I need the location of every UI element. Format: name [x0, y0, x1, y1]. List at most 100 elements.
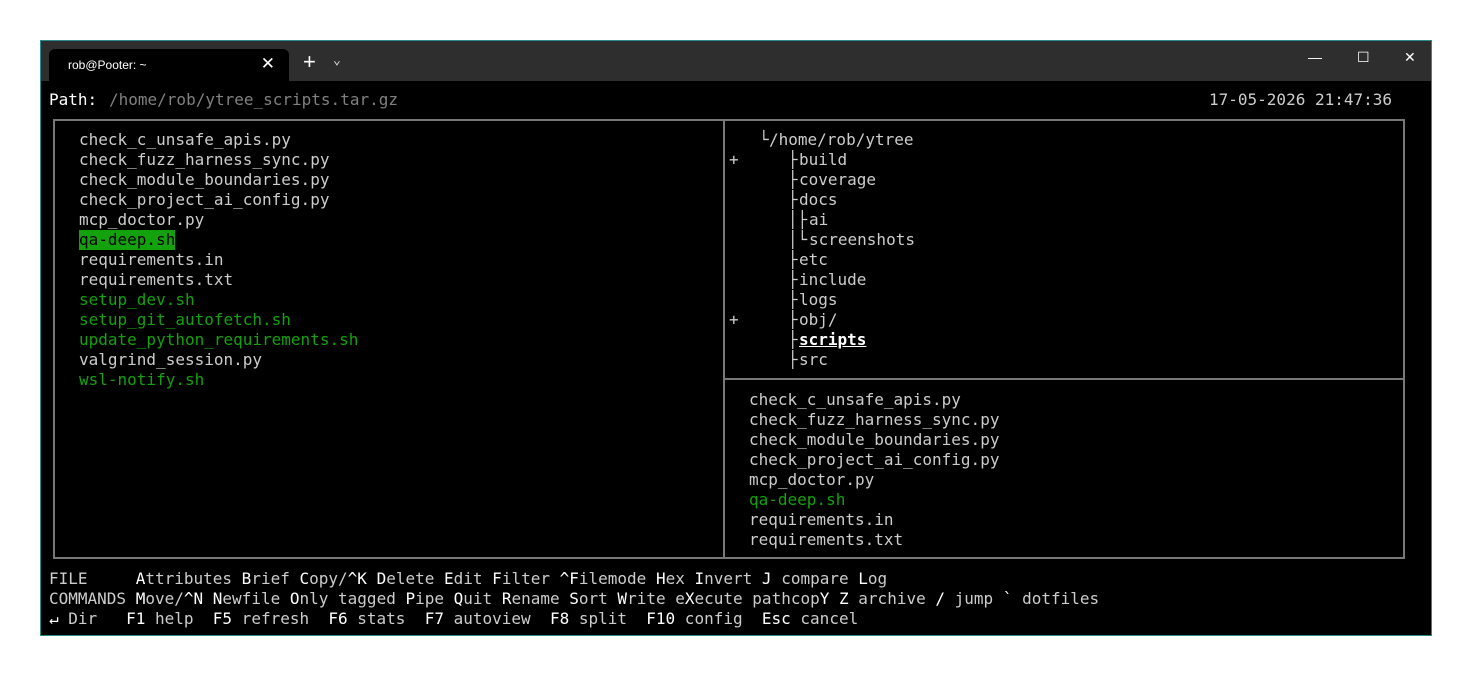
tab-dropdown-icon[interactable]: ⌄	[333, 53, 341, 68]
footer-hotkey: B	[241, 569, 252, 588]
tree-dir-item[interactable]: screenshots	[809, 230, 915, 250]
footer-hotkey: L	[858, 569, 868, 588]
left-file-item[interactable]: requirements.txt	[79, 270, 233, 290]
left-file-item[interactable]: check_project_ai_config.py	[79, 190, 329, 210]
footer-hotkey: /	[935, 589, 945, 608]
tree-dir-item[interactable]: coverage	[799, 170, 876, 190]
footer-text: rite e	[627, 589, 685, 608]
left-file-item[interactable]: check_fuzz_harness_sync.py	[79, 150, 329, 170]
footer-text: split	[569, 609, 647, 628]
tree-connector: ├	[759, 170, 798, 189]
footer-hotkey: F10	[646, 609, 676, 628]
left-file-item[interactable]: check_c_unsafe_apis.py	[79, 130, 291, 150]
datetime: 17-05-2026 21:47:36	[1209, 90, 1393, 109]
footer-text: archive	[848, 589, 936, 608]
new-tab-button[interactable]: +	[303, 51, 316, 73]
right-file-item[interactable]: check_c_unsafe_apis.py	[749, 390, 961, 410]
footer-text	[367, 569, 377, 588]
minimize-icon[interactable]: —	[1308, 49, 1322, 65]
footer-hotkey: W	[617, 589, 628, 608]
footer-hotkey: X	[684, 589, 695, 608]
tree-dir-item[interactable]: docs	[799, 190, 838, 210]
footer-text: autoview	[443, 609, 550, 628]
left-file-item[interactable]: mcp_doctor.py	[79, 210, 204, 230]
left-file-item[interactable]: requirements.in	[79, 250, 224, 270]
footer-hotkey: Y	[819, 589, 830, 608]
right-file-item[interactable]: requirements.in	[749, 510, 894, 530]
tree-dir-item[interactable]: scripts	[799, 330, 866, 350]
footer-text: dit	[453, 569, 493, 588]
footer-hotkey: R	[501, 589, 512, 608]
panel-divider	[723, 119, 725, 559]
footer-hotkey: Z	[839, 589, 849, 608]
footer-hotkey: ↵	[49, 609, 59, 628]
footer-hotkey: M	[135, 589, 146, 608]
tree-dir-item[interactable]: logs	[799, 290, 838, 310]
tree-connector: ├	[759, 310, 798, 329]
left-file-item[interactable]: update_python_requirements.sh	[79, 330, 358, 350]
footer-text: ex	[665, 569, 695, 588]
footer-text: jump	[945, 589, 1003, 608]
tree-connector: ├	[759, 290, 798, 309]
footer-hotkey: D	[376, 569, 387, 588]
footer-text	[203, 589, 213, 608]
footer-hotkey: H	[655, 569, 666, 588]
footer-commands-row: COMMANDS Move/^N Newfile Only tagged Pip…	[49, 589, 1099, 609]
right-file-item[interactable]: check_module_boundaries.py	[749, 430, 999, 450]
footer-hotkey: ^N	[183, 589, 204, 608]
tree-dir-item[interactable]: build	[799, 150, 847, 170]
tree-dir-item[interactable]: ai	[809, 210, 828, 230]
footer-file-commands: FILE Attributes Brief Copy/^K Delete Edi…	[49, 569, 887, 589]
right-file-item[interactable]: requirements.txt	[749, 530, 903, 550]
footer-hotkey: S	[569, 589, 579, 608]
tree-connector: ├	[759, 250, 798, 269]
path-value: /home/rob/ytree_scripts.tar.gz	[109, 90, 398, 109]
tree-dir-item[interactable]: include	[799, 270, 866, 290]
footer-text: opy/	[309, 569, 348, 588]
tree-dir-item[interactable]: etc	[799, 250, 828, 270]
footer-function-keys: ↵ Dir F1 help F5 refresh F6 stats F7 aut…	[49, 609, 858, 629]
right-file-item[interactable]: check_fuzz_harness_sync.py	[749, 410, 999, 430]
tree-dir-item[interactable]: /home/rob/ytree	[769, 130, 914, 150]
right-file-item[interactable]: mcp_doctor.py	[749, 470, 874, 490]
tree-connector: ├	[759, 350, 798, 369]
tree-expand-marker: +	[729, 150, 739, 169]
footer-text: og	[867, 569, 888, 588]
footer-hotkey: C	[299, 569, 310, 588]
close-window-icon[interactable]: ✕	[1404, 49, 1416, 66]
terminal-window: rob@Pooter: ~ ✕ + ⌄ — ☐ ✕ Path: /home/ro…	[40, 40, 1432, 636]
right-file-item[interactable]: qa-deep.sh	[749, 490, 845, 510]
footer-hotkey: F5	[212, 609, 233, 628]
left-file-item[interactable]: qa-deep.sh	[79, 230, 176, 250]
footer-hotkey: F6	[328, 609, 348, 628]
left-file-item[interactable]: setup_git_autofetch.sh	[79, 310, 291, 330]
footer-hotkey: J	[761, 569, 772, 588]
tree-connector: ├	[759, 330, 798, 349]
right-file-item[interactable]: check_project_ai_config.py	[749, 450, 999, 470]
left-file-item[interactable]: wsl-notify.sh	[79, 370, 204, 390]
footer-text: compare	[771, 569, 859, 588]
footer-hotkey: F8	[549, 609, 570, 628]
footer-text: FILE	[49, 569, 136, 588]
footer-text: config	[675, 609, 762, 628]
terminal-tab[interactable]: rob@Pooter: ~ ✕	[49, 49, 289, 81]
left-file-item[interactable]: setup_dev.sh	[79, 290, 195, 310]
footer-text: ipe	[415, 589, 454, 608]
left-file-item[interactable]: valgrind_session.py	[79, 350, 262, 370]
close-tab-icon[interactable]: ✕	[261, 55, 275, 72]
footer-text: ecute pathcop	[694, 589, 820, 608]
left-file-item[interactable]: check_module_boundaries.py	[79, 170, 329, 190]
tree-dir-item[interactable]: obj/	[799, 310, 838, 330]
tab-title: rob@Pooter: ~	[68, 58, 147, 72]
tree-dir-item[interactable]: src	[799, 350, 828, 370]
footer-hotkey: F1	[126, 609, 146, 628]
footer-hotkey: N	[212, 589, 223, 608]
footer-text: Dir	[58, 609, 127, 628]
maximize-icon[interactable]: ☐	[1357, 49, 1370, 66]
footer-text: cancel	[790, 609, 859, 628]
footer-text: ove/	[145, 589, 184, 608]
footer-text: elete	[386, 569, 444, 588]
footer-hotkey: A	[135, 569, 146, 588]
footer-text: nly tagged	[299, 589, 406, 608]
footer-text: rief	[251, 569, 300, 588]
